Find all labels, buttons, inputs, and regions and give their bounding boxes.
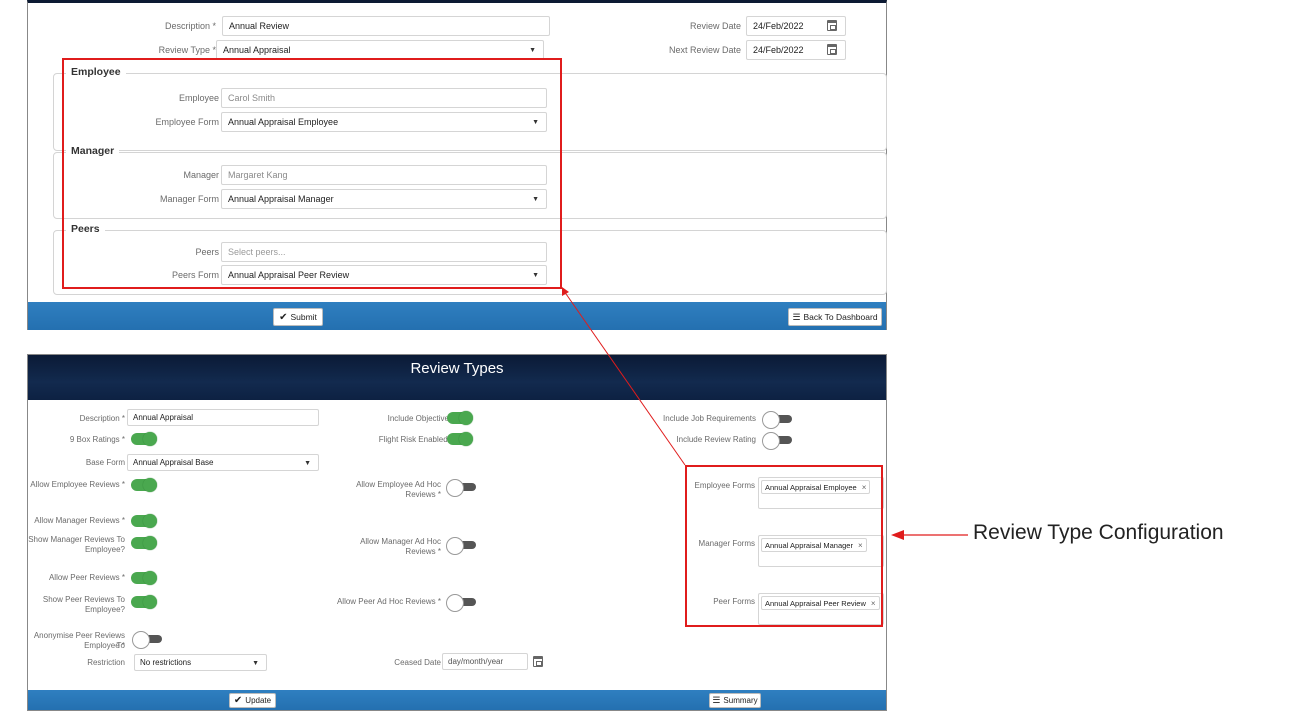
- review-type-label: Review Type *: [158, 45, 216, 55]
- anonymise-label-2: Employee *: [84, 641, 125, 650]
- allow-employee-reviews-toggle[interactable]: [131, 478, 157, 492]
- description-label: Description *: [164, 21, 216, 31]
- review-type-row: Review Type * Annual Appraisal ▼: [128, 40, 544, 60]
- base-form-value: Annual Appraisal Base: [133, 458, 214, 467]
- allow-manager-adhoc-label-1: Allow Manager Ad Hoc: [360, 537, 441, 546]
- allow-employee-adhoc-label-1: Allow Employee Ad Hoc: [356, 480, 441, 489]
- flight-risk-toggle[interactable]: [447, 432, 473, 446]
- include-job-req-label: Include Job Requirements: [663, 414, 756, 423]
- review-date-value: 24/Feb/2022: [753, 21, 804, 31]
- anonymise-toggle[interactable]: [132, 631, 162, 649]
- flight-risk-label: Flight Risk Enabled *: [378, 435, 453, 444]
- label-arrowhead: [891, 530, 904, 540]
- allow-peer-reviews-toggle[interactable]: [131, 571, 157, 585]
- restriction-value: No restrictions: [140, 658, 192, 667]
- review-date-row: Review Date 24/Feb/2022: [638, 16, 846, 36]
- list-icon: ☰: [792, 311, 801, 322]
- highlight-box-form-config: [685, 465, 883, 627]
- annotation-label: Review Type Configuration: [973, 521, 1224, 544]
- show-manager-reviews-label-2: Employee?: [84, 545, 125, 554]
- review-types-header: Review Types: [28, 355, 886, 400]
- ceased-date-input[interactable]: day/month/year: [442, 653, 543, 670]
- allow-peer-adhoc-label: Allow Peer Ad Hoc Reviews *: [336, 597, 441, 606]
- next-review-date-value: 24/Feb/2022: [753, 45, 804, 55]
- update-button[interactable]: ✔ Update: [229, 693, 276, 708]
- allow-peer-adhoc-toggle[interactable]: [446, 594, 476, 612]
- allow-manager-reviews-label: Allow Manager Reviews *: [34, 516, 125, 525]
- review-type-select[interactable]: Annual Appraisal ▼: [216, 40, 544, 60]
- include-objectives-label: Include Objectives: [387, 414, 453, 423]
- allow-manager-reviews-toggle[interactable]: [131, 514, 157, 528]
- chevron-down-icon: ▼: [304, 460, 311, 467]
- show-peer-reviews-label-2: Employee?: [84, 605, 125, 614]
- description-row: Description * Annual Review: [128, 16, 550, 36]
- check-icon: ✔: [233, 695, 243, 706]
- page-title: Review Types: [410, 360, 504, 377]
- include-objectives-toggle[interactable]: [447, 411, 473, 425]
- include-review-rating-label: Include Review Rating: [676, 435, 756, 444]
- list-icon: ☰: [712, 695, 721, 705]
- allow-peer-reviews-label: Allow Peer Reviews *: [48, 573, 125, 582]
- show-manager-reviews-label-1: Show Manager Reviews To: [28, 535, 125, 544]
- action-bar: [28, 302, 886, 330]
- description-input[interactable]: Annual Review: [222, 16, 550, 36]
- review-type-value: Annual Appraisal: [223, 45, 291, 55]
- restriction-select[interactable]: No restrictions ▼: [134, 654, 267, 671]
- include-review-rating-toggle[interactable]: [762, 432, 792, 450]
- allow-employee-adhoc-toggle[interactable]: [446, 479, 476, 497]
- review-date-input[interactable]: 24/Feb/2022: [746, 16, 846, 36]
- base-form-select[interactable]: Annual Appraisal Base ▼: [127, 454, 319, 471]
- show-manager-reviews-toggle[interactable]: [131, 536, 157, 550]
- ceased-date-label: Ceased Date: [394, 658, 441, 667]
- ceased-date-placeholder: day/month/year: [448, 657, 504, 666]
- restriction-label: Restriction: [87, 658, 125, 667]
- include-job-req-toggle[interactable]: [762, 411, 792, 429]
- review-date-label: Review Date: [689, 21, 741, 31]
- next-review-date-label: Next Review Date: [668, 45, 741, 55]
- description-label: Description *: [79, 414, 125, 423]
- allow-employee-reviews-label: Allow Employee Reviews *: [30, 480, 125, 489]
- allow-manager-adhoc-toggle[interactable]: [446, 537, 476, 555]
- calendar-icon[interactable]: [827, 20, 837, 31]
- summary-label: Summary: [723, 696, 758, 705]
- allow-manager-adhoc-label-2: Reviews *: [405, 547, 441, 556]
- next-review-date-row: Next Review Date 24/Feb/2022: [638, 40, 846, 60]
- submit-label: Submit: [290, 312, 317, 322]
- chevron-down-icon: ▼: [252, 660, 259, 667]
- summary-button[interactable]: ☰ Summary: [709, 693, 761, 708]
- show-peer-reviews-label-1: Show Peer Reviews To: [42, 595, 125, 604]
- description-input[interactable]: Annual Appraisal: [127, 409, 319, 426]
- nine-box-label: 9 Box Ratings *: [69, 435, 125, 444]
- back-to-dashboard-button[interactable]: ☰ Back To Dashboard: [788, 308, 882, 326]
- calendar-icon[interactable]: [827, 44, 837, 55]
- next-review-date-input[interactable]: 24/Feb/2022: [746, 40, 846, 60]
- back-label: Back To Dashboard: [803, 312, 878, 322]
- submit-button[interactable]: ✔ Submit: [273, 308, 323, 326]
- base-form-label: Base Form: [85, 458, 125, 467]
- calendar-icon[interactable]: [533, 656, 543, 667]
- check-icon: ✔: [279, 311, 288, 323]
- allow-employee-adhoc-label-2: Reviews *: [405, 490, 441, 499]
- highlight-box-employee-manager-peers: [62, 58, 562, 289]
- show-peer-reviews-toggle[interactable]: [131, 595, 157, 609]
- nine-box-toggle[interactable]: [131, 432, 157, 446]
- update-label: Update: [245, 696, 272, 705]
- chevron-down-icon: ▼: [529, 47, 536, 54]
